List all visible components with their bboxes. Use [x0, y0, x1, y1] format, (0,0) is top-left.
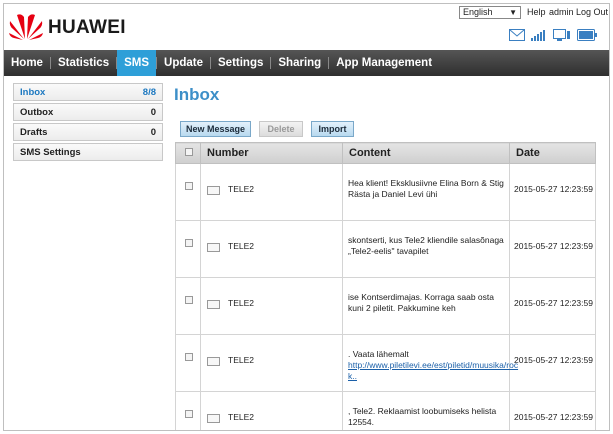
message-icon: [207, 414, 220, 423]
table-row[interactable]: TELE2 . Vaata lähemalt http://www.pileti…: [175, 334, 596, 392]
message-icon: [207, 300, 220, 309]
nav-update[interactable]: Update: [157, 50, 210, 76]
message-date: 2015-05-27 12:23:59: [509, 391, 596, 430]
nav-settings[interactable]: Settings: [211, 50, 270, 76]
number-cell: TELE2: [200, 163, 343, 221]
column-header-content[interactable]: Content: [342, 142, 510, 164]
row-checkbox[interactable]: [185, 239, 193, 247]
sidebar-item-label: Outbox: [20, 106, 54, 118]
user-link[interactable]: admin: [549, 7, 574, 17]
huawei-logo-icon: [9, 14, 43, 40]
signal-icon: [531, 30, 545, 41]
sidebar-item-label: Inbox: [20, 86, 46, 98]
message-content[interactable]: ise Kontserdimajas. Korraga saab osta ku…: [342, 277, 510, 335]
message-content: . Vaata lähemalt: [348, 349, 409, 359]
row-checkbox[interactable]: [185, 296, 193, 304]
sidebar-item-label: SMS Settings: [20, 146, 81, 158]
message-content[interactable]: skontserti, kus Tele2 kliendile salasõna…: [342, 220, 510, 278]
sender-number: TELE2: [228, 411, 254, 422]
sidebar-item-count: 0: [150, 106, 156, 118]
sms-sidebar: Inbox 8/8 Outbox 0 Drafts 0 SMS Settings: [13, 83, 163, 163]
message-icon: [207, 357, 220, 366]
table-row[interactable]: TELE2 Hea klient! Eksklusiivne Elina Bor…: [175, 163, 596, 221]
sidebar-item-sms-settings[interactable]: SMS Settings: [13, 143, 163, 161]
message-link[interactable]: http://www.piletilevi.ee/est/piletid/muu…: [348, 360, 518, 381]
sidebar-item-count: 8/8: [142, 86, 156, 98]
number-cell: TELE2: [200, 391, 343, 430]
table-header-row: Number Content Date: [175, 142, 596, 164]
nav-app-management[interactable]: App Management: [329, 50, 439, 76]
inbox-table: Number Content Date TELE2 Hea klient! Ek…: [175, 142, 596, 430]
row-checkbox[interactable]: [185, 353, 193, 361]
select-all-checkbox[interactable]: [185, 148, 193, 156]
row-select-cell: [175, 391, 201, 430]
sender-number: TELE2: [228, 240, 254, 251]
chevron-down-icon: ▼: [509, 8, 517, 17]
language-value: English: [463, 7, 493, 17]
row-checkbox[interactable]: [185, 410, 193, 418]
sidebar-item-label: Drafts: [20, 126, 48, 138]
table-row[interactable]: TELE2 skontserti, kus Tele2 kliendile sa…: [175, 220, 596, 278]
number-cell: TELE2: [200, 220, 343, 278]
import-button[interactable]: Import: [311, 121, 354, 137]
message-icon: [207, 243, 220, 252]
new-message-button[interactable]: New Message: [180, 121, 251, 137]
mail-icon[interactable]: [509, 29, 525, 41]
sidebar-item-inbox[interactable]: Inbox 8/8: [13, 83, 163, 101]
help-link[interactable]: Help: [527, 7, 546, 17]
sender-number: TELE2: [228, 183, 254, 194]
logout-link[interactable]: Log Out: [576, 7, 608, 17]
row-select-cell: [175, 277, 201, 335]
row-select-cell: [175, 220, 201, 278]
sidebar-item-drafts[interactable]: Drafts 0: [13, 123, 163, 141]
message-date: 2015-05-27 12:23:59: [509, 277, 596, 335]
message-date: 2015-05-27 12:23:59: [509, 334, 596, 392]
router-web-ui: HUAWEI English ▼ Help admin Log Out Home…: [3, 3, 610, 431]
row-select-cell: [175, 163, 201, 221]
row-checkbox[interactable]: [185, 182, 193, 190]
column-header-number[interactable]: Number: [200, 142, 343, 164]
nav-statistics[interactable]: Statistics: [51, 50, 116, 76]
language-select[interactable]: English ▼: [459, 6, 521, 19]
nav-home[interactable]: Home: [4, 50, 50, 76]
main-nav: Home Statistics SMS Update Settings Shar…: [4, 50, 609, 76]
message-date: 2015-05-27 12:23:59: [509, 220, 596, 278]
number-cell: TELE2: [200, 334, 343, 392]
battery-icon: [577, 29, 597, 41]
message-content[interactable]: , Tele2. Reklaamist loobumiseks helista …: [342, 391, 510, 430]
table-row[interactable]: TELE2 , Tele2. Reklaamist loobumiseks he…: [175, 391, 596, 430]
message-content-cell[interactable]: . Vaata lähemalt http://www.piletilevi.e…: [342, 334, 518, 392]
brand-name: HUAWEI: [48, 17, 126, 38]
sidebar-item-outbox[interactable]: Outbox 0: [13, 103, 163, 121]
table-row[interactable]: TELE2 ise Kontserdimajas. Korraga saab o…: [175, 277, 596, 335]
message-icon: [207, 186, 220, 195]
sender-number: TELE2: [228, 354, 254, 365]
delete-button[interactable]: Delete: [259, 121, 303, 137]
message-date: 2015-05-27 12:23:59: [509, 163, 596, 221]
select-all-header[interactable]: [175, 142, 201, 164]
nav-sharing[interactable]: Sharing: [271, 50, 328, 76]
sender-number: TELE2: [228, 297, 254, 308]
column-header-date[interactable]: Date: [509, 142, 596, 164]
connection-icon: [553, 29, 570, 41]
number-cell: TELE2: [200, 277, 343, 335]
nav-sms[interactable]: SMS: [117, 50, 157, 76]
message-content[interactable]: Hea klient! Eksklusiivne Elina Born & St…: [342, 163, 510, 221]
sidebar-item-count: 0: [150, 126, 156, 138]
page-title: Inbox: [174, 85, 220, 104]
status-icons: [509, 28, 597, 42]
row-select-cell: [175, 334, 201, 392]
